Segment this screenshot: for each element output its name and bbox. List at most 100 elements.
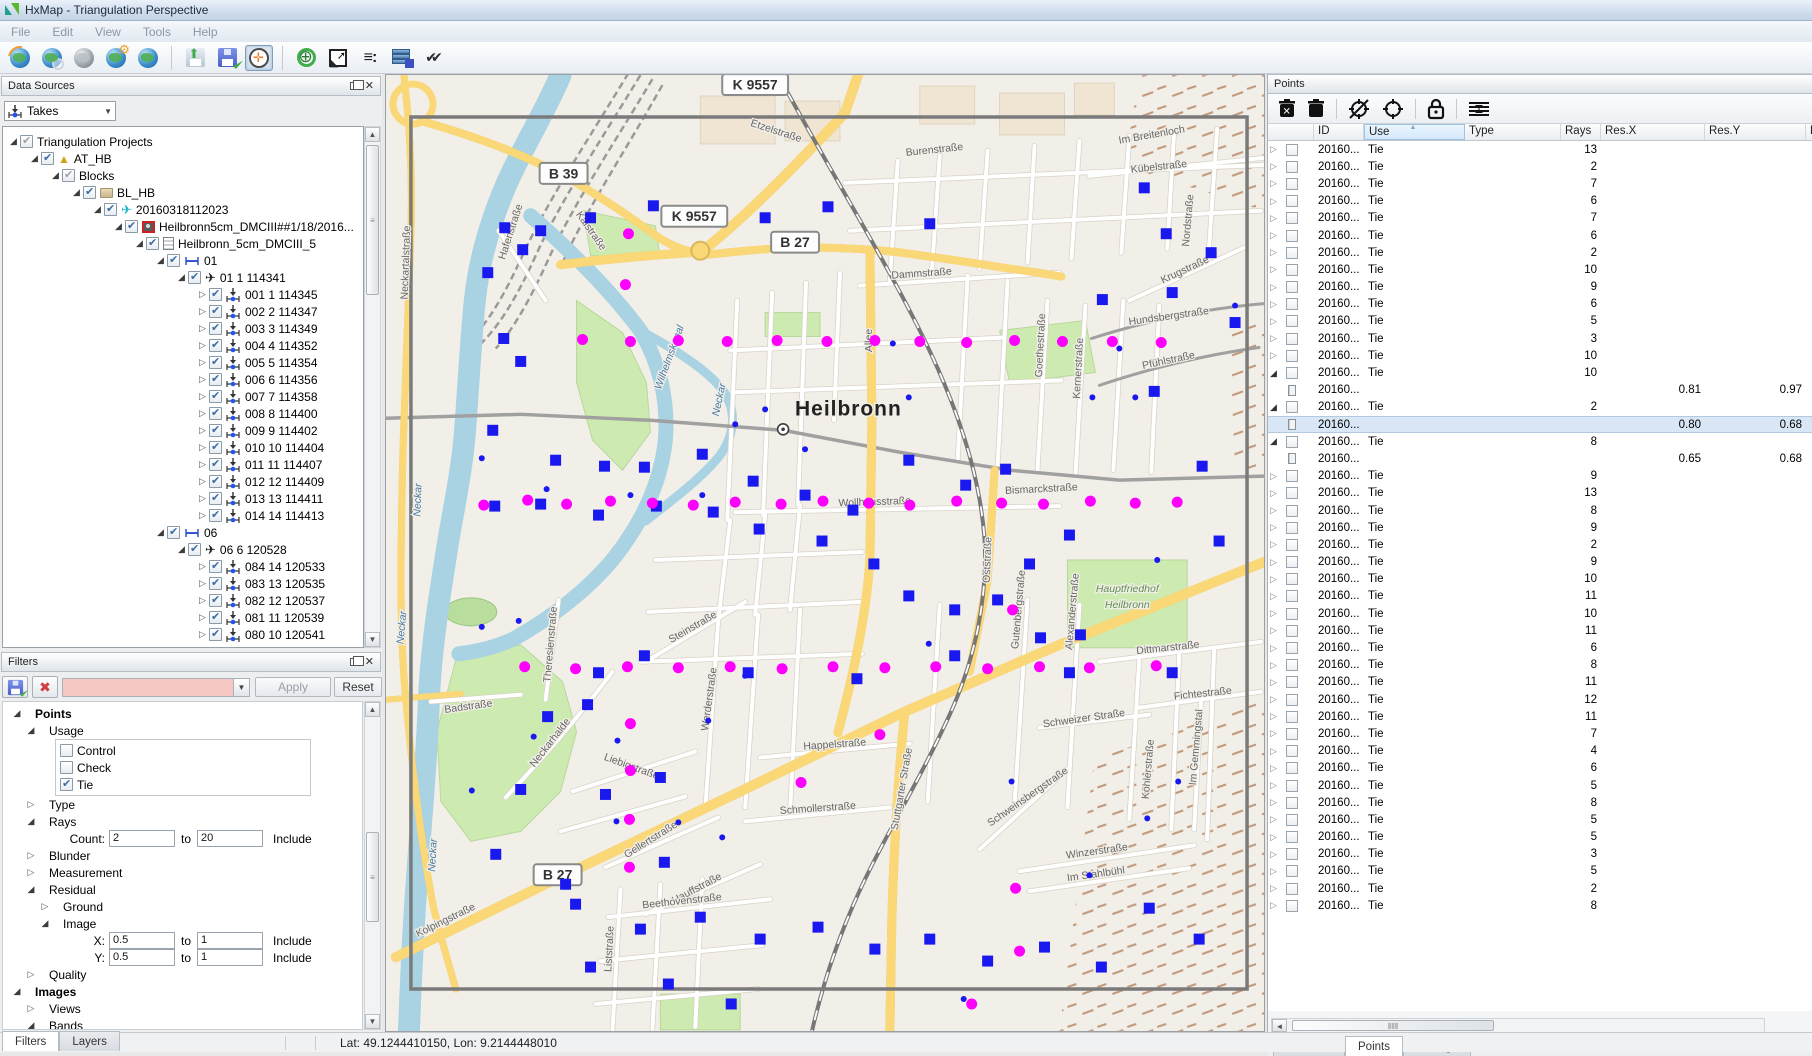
filter-node[interactable]: ▷Measurement <box>3 864 362 881</box>
tree-checkbox[interactable] <box>209 475 222 488</box>
tree-item[interactable]: ▷013 13 114411 <box>3 490 363 507</box>
image-point[interactable] <box>550 455 561 466</box>
tree-expander-icon[interactable]: ◢ <box>154 527 167 538</box>
tie-point[interactable] <box>624 862 635 873</box>
image-point[interactable] <box>903 590 914 601</box>
tree-expander-icon[interactable]: ◢ <box>175 272 188 283</box>
tree-expander-icon[interactable]: ◢ <box>175 544 188 555</box>
float-panel-icon[interactable] <box>350 82 359 90</box>
tree-checkbox[interactable] <box>209 441 222 454</box>
tree-item[interactable]: ▷005 5 114354 <box>3 354 363 371</box>
point-dot[interactable] <box>516 618 522 624</box>
tie-point[interactable] <box>673 662 684 673</box>
range-to-input[interactable]: 20 <box>197 830 263 847</box>
filter-checkbox-row[interactable]: Tie <box>60 776 306 793</box>
save-edit-icon[interactable] <box>213 45 241 71</box>
tree-item[interactable]: ▷001 1 114345 <box>3 286 363 303</box>
image-point[interactable] <box>754 524 765 535</box>
tree-expander-icon[interactable]: ▷ <box>196 340 209 351</box>
apply-button[interactable]: Apply <box>255 677 331 697</box>
close-panel-icon[interactable]: ✕ <box>365 82 374 90</box>
points-row[interactable]: ▷20160...Tie10 <box>1268 605 1812 622</box>
tree-expander-icon[interactable]: ◢ <box>25 725 37 736</box>
row-checkbox[interactable] <box>1286 161 1298 173</box>
tree-checkbox[interactable] <box>188 271 201 284</box>
row-checkbox[interactable] <box>1286 264 1298 276</box>
row-expander-icon[interactable]: ▷ <box>1270 161 1282 172</box>
tree-item[interactable]: ◢06 <box>3 524 363 541</box>
row-expander-icon[interactable]: ▷ <box>1270 780 1282 791</box>
tree-expander-icon[interactable]: ◢ <box>11 986 23 997</box>
image-point[interactable] <box>599 461 610 472</box>
dock-tab-layers[interactable]: Layers <box>59 1031 120 1051</box>
tree-expander-icon[interactable]: ▷ <box>196 306 209 317</box>
tree-item[interactable]: ◢Triangulation Projects <box>3 133 363 150</box>
points-row[interactable]: ▷20160...Tie8 <box>1268 897 1812 914</box>
tree-checkbox[interactable] <box>209 492 222 505</box>
row-checkbox[interactable] <box>1286 711 1298 723</box>
row-expander-icon[interactable]: ▷ <box>1270 746 1282 757</box>
filter-node[interactable]: ◢Bands <box>3 1017 362 1030</box>
image-point[interactable] <box>515 784 526 795</box>
row-expander-icon[interactable]: ▷ <box>1270 832 1282 843</box>
tree-checkbox[interactable] <box>83 186 96 199</box>
tie-point[interactable] <box>1172 497 1183 508</box>
row-checkbox[interactable] <box>1286 865 1298 877</box>
row-checkbox[interactable] <box>1286 728 1298 740</box>
row-expander-icon[interactable]: ▷ <box>1270 144 1282 155</box>
row-expander-icon[interactable]: ▷ <box>1270 883 1282 894</box>
row-checkbox[interactable] <box>1286 608 1298 620</box>
column-header-rays[interactable]: Rays <box>1561 124 1601 140</box>
image-point[interactable] <box>748 476 759 487</box>
image-point[interactable] <box>1197 461 1208 472</box>
image-point[interactable] <box>1194 934 1205 945</box>
filter-node[interactable]: ▷Type <box>3 796 362 813</box>
points-row[interactable]: ▷20160...Tie11 <box>1268 708 1812 725</box>
tree-checkbox[interactable] <box>125 220 138 233</box>
tie-point[interactable] <box>620 279 631 290</box>
image-point[interactable] <box>542 711 553 722</box>
filter-node[interactable]: ◢Residual <box>3 881 362 898</box>
tree-expander-icon[interactable]: ▷ <box>25 1003 37 1014</box>
filter-node[interactable]: ◢Rays <box>3 813 362 830</box>
tie-point[interactable] <box>1034 661 1045 672</box>
tie-point[interactable] <box>822 336 833 347</box>
tree-expander-icon[interactable]: ▷ <box>196 476 209 487</box>
image-point[interactable] <box>813 922 824 933</box>
image-point[interactable] <box>1144 903 1155 914</box>
point-dot[interactable] <box>1116 345 1122 351</box>
filter-checkbox[interactable] <box>60 761 73 774</box>
tree-expander-icon[interactable]: ▷ <box>196 612 209 623</box>
row-checkbox[interactable] <box>1286 848 1298 860</box>
points-row[interactable]: ◢20160...Tie10 <box>1268 364 1812 381</box>
row-expander-icon[interactable]: ▷ <box>1270 677 1282 688</box>
row-checkbox[interactable] <box>1286 315 1298 327</box>
row-expander-icon[interactable]: ▷ <box>1270 866 1282 877</box>
tree-expander-icon[interactable]: ▷ <box>39 901 51 912</box>
row-expander-icon[interactable]: ▷ <box>1270 264 1282 275</box>
row-checkbox[interactable] <box>1286 694 1298 706</box>
tree-checkbox[interactable] <box>209 628 222 641</box>
row-checkbox[interactable] <box>1286 900 1298 912</box>
tie-point[interactable] <box>519 661 530 672</box>
image-point[interactable] <box>1000 464 1011 475</box>
tree-expander-icon[interactable]: ◢ <box>11 708 23 719</box>
tree-item[interactable]: ◢✈20160318112023 <box>3 201 363 218</box>
point-dot[interactable] <box>544 486 550 492</box>
image-point[interactable] <box>851 673 862 684</box>
image-point[interactable] <box>697 449 708 460</box>
row-expander-icon[interactable]: ▷ <box>1270 213 1282 224</box>
tree-checkbox[interactable] <box>209 390 222 403</box>
row-checkbox[interactable] <box>1286 745 1298 757</box>
points-row[interactable]: ▷20160...Tie2 <box>1268 158 1812 175</box>
row-expander-icon[interactable]: ▷ <box>1270 316 1282 327</box>
gray-sphere-icon[interactable] <box>70 45 98 71</box>
tie-point[interactable] <box>772 335 783 346</box>
image-point[interactable] <box>635 924 646 935</box>
row-checkbox[interactable] <box>1286 590 1298 602</box>
tree-item[interactable]: ▷007 7 114358 <box>3 388 363 405</box>
tie-point[interactable] <box>478 500 489 511</box>
row-checkbox[interactable] <box>1286 814 1298 826</box>
tree-item[interactable]: ▷080 10 120541 <box>3 626 363 643</box>
row-checkbox[interactable] <box>1286 401 1298 413</box>
